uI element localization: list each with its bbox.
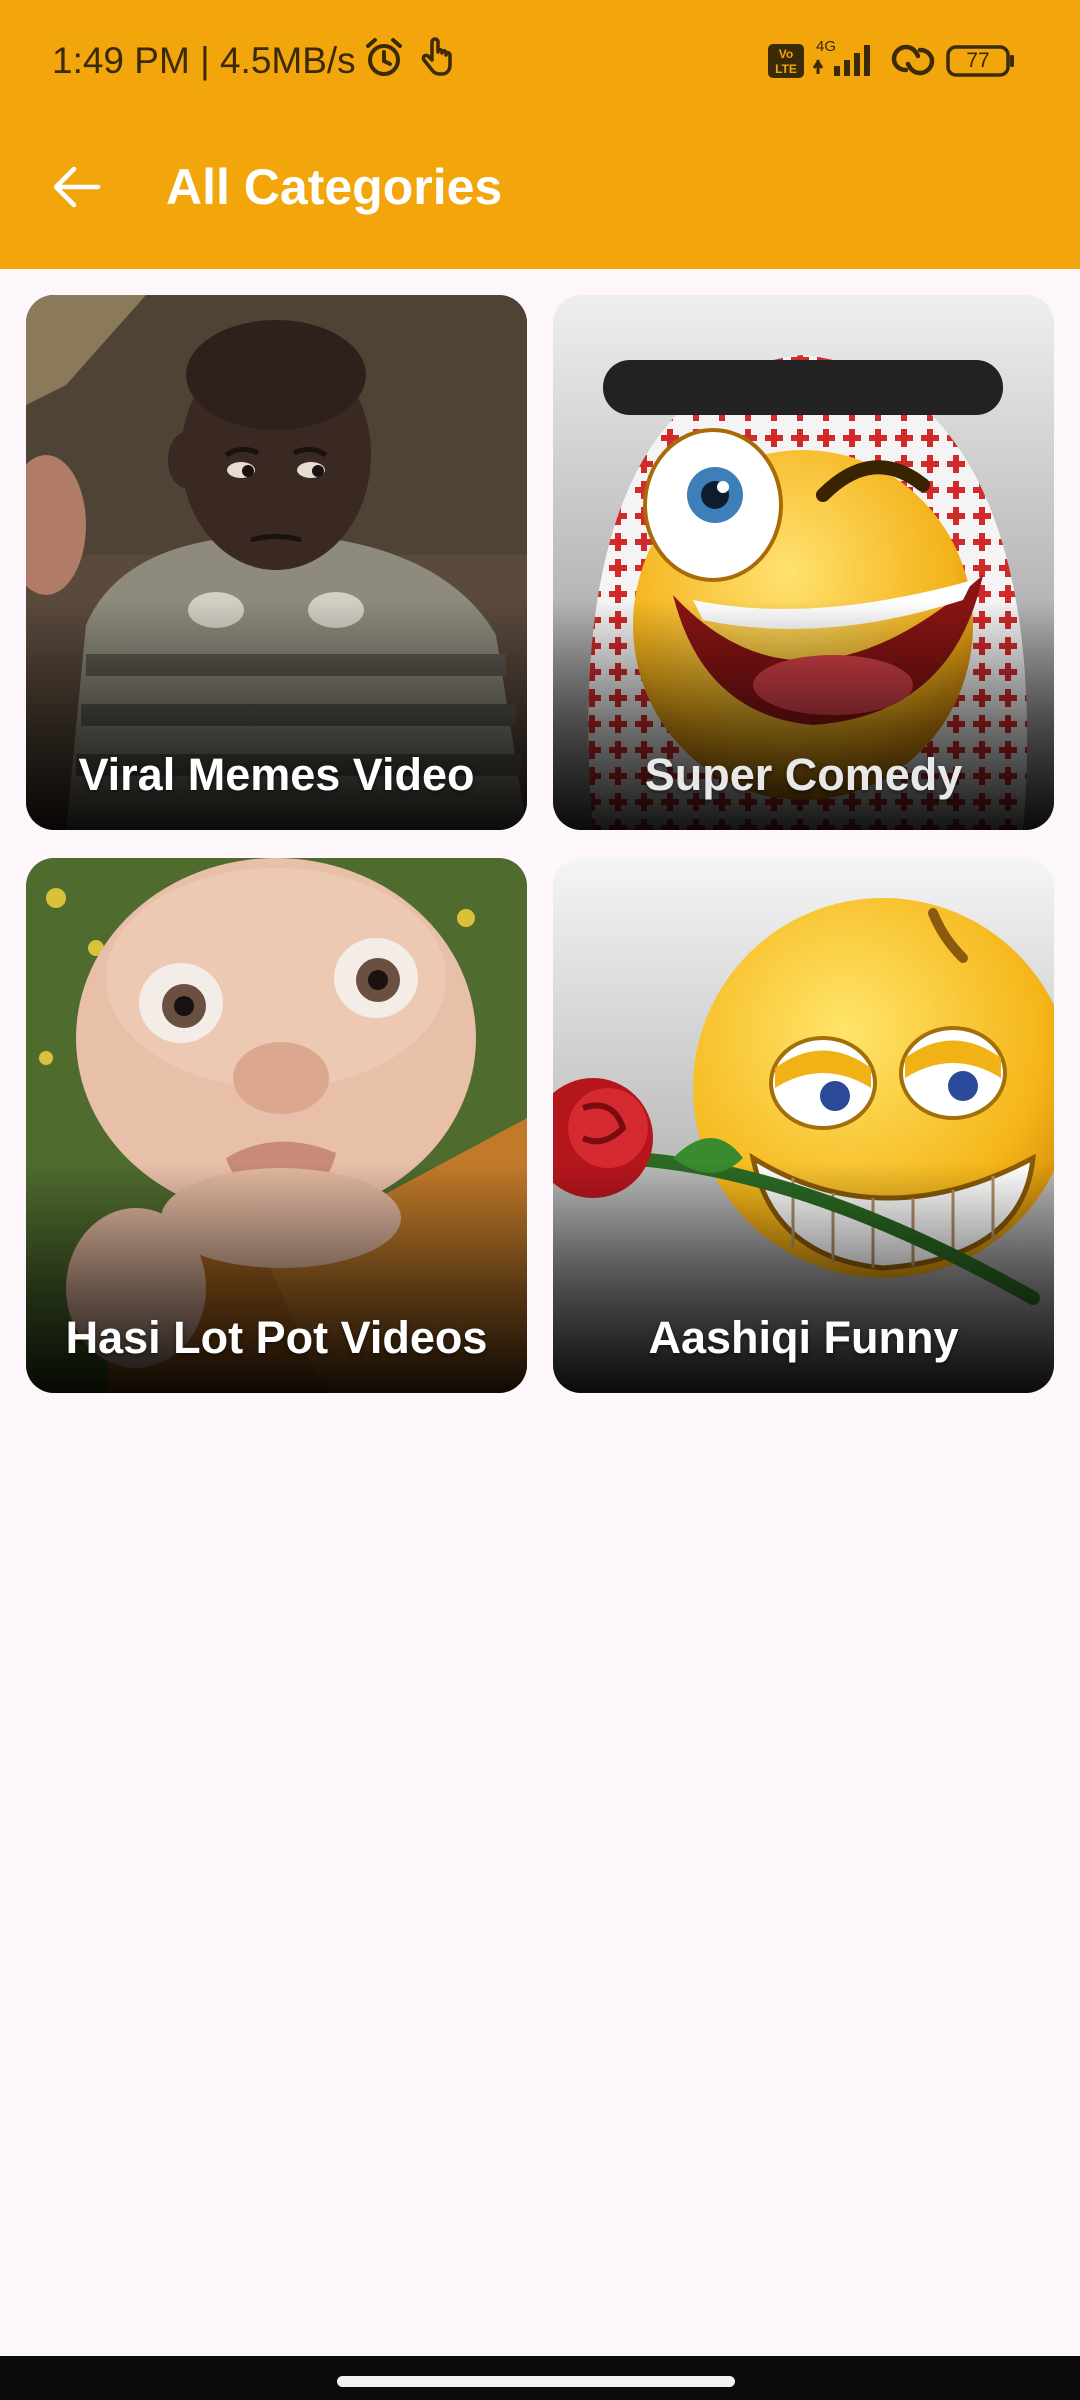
category-label: Hasi Lot Pot Videos bbox=[65, 1312, 488, 1363]
svg-text:Vo: Vo bbox=[779, 47, 793, 61]
category-label: Aashiqi Funny bbox=[648, 1312, 959, 1363]
status-time-speed: 1:49 PM | 4.5MB/s bbox=[52, 40, 356, 81]
hand-notification-icon bbox=[418, 36, 454, 88]
category-label: Super Comedy bbox=[644, 749, 963, 800]
back-button[interactable] bbox=[40, 151, 112, 223]
battery-level: 77 bbox=[966, 49, 990, 72]
status-bar: 1:49 PM | 4.5MB/s Vo LTE 4G 77 bbox=[0, 0, 1080, 122]
volte-icon: Vo LTE bbox=[768, 44, 804, 96]
category-label: Viral Memes Video bbox=[78, 749, 475, 800]
home-indicator[interactable] bbox=[337, 2376, 735, 2387]
svg-text:LTE: LTE bbox=[775, 62, 797, 76]
arrow-left-icon bbox=[53, 166, 101, 208]
signal-icon: 4G bbox=[812, 38, 882, 90]
category-card-super-comedy[interactable]: Super Comedy bbox=[553, 295, 1054, 830]
category-card-viral-memes[interactable]: Viral Memes Video bbox=[26, 295, 527, 830]
toolbar: All Categories bbox=[0, 122, 1080, 269]
category-card-hasi-lot-pot[interactable]: Hasi Lot Pot Videos bbox=[26, 858, 527, 1393]
category-card-aashiqi-funny[interactable]: Aashiqi Funny bbox=[553, 858, 1054, 1393]
app-bar: 1:49 PM | 4.5MB/s Vo LTE 4G 77 All Categ… bbox=[0, 0, 1080, 269]
hotspot-icon bbox=[890, 40, 936, 92]
alarm-icon bbox=[362, 36, 406, 88]
svg-text:4G: 4G bbox=[816, 38, 836, 55]
page-title: All Categories bbox=[166, 159, 503, 215]
system-nav-bar bbox=[0, 2356, 1080, 2400]
